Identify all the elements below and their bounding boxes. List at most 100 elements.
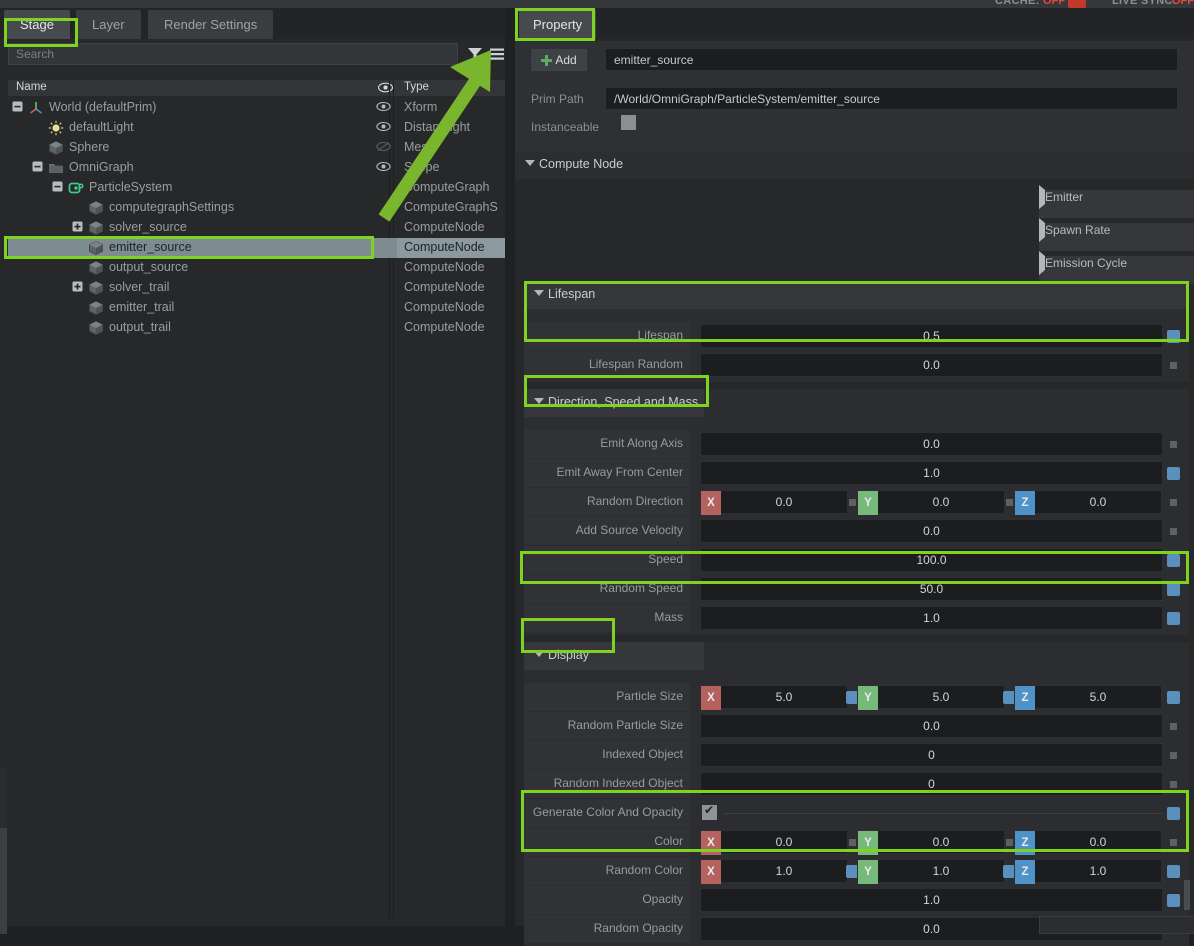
panel-splitter[interactable] [505, 8, 515, 926]
value-text: 1.0 [923, 611, 940, 625]
property-scrollbar-thumb[interactable] [1184, 880, 1190, 910]
connection-indicator-off[interactable] [849, 499, 856, 506]
tab-render-settings[interactable]: Render Settings [148, 10, 274, 39]
connection-indicator-on[interactable] [1167, 554, 1180, 567]
connection-indicator-off[interactable] [1170, 441, 1177, 448]
connection-indicator-off[interactable] [1006, 839, 1013, 846]
section-header-direction-speed-and-mass[interactable]: Direction, Speed and Mass [524, 389, 704, 417]
value-field-opacity[interactable]: 1.0 [700, 888, 1163, 912]
connection-indicator-on[interactable] [1167, 865, 1180, 878]
cache-status-value[interactable]: OFF [1043, 0, 1065, 7]
vector-field-color-y[interactable]: Y 0.0 [857, 830, 1005, 855]
value-field-add-source-velocity[interactable]: 0.0 [700, 519, 1163, 543]
eye-icon[interactable] [376, 101, 391, 115]
connection-indicator-off[interactable] [1170, 723, 1177, 730]
connection-indicator-off[interactable] [1170, 752, 1177, 759]
value-field-emit-along-axis[interactable]: 0.0 [700, 432, 1163, 456]
prim-path-field[interactable]: /World/OmniGraph/ParticleSystem/emitter_… [605, 87, 1178, 110]
vector-field-color-x[interactable]: X 0.0 [700, 830, 848, 855]
connection-indicator-off[interactable] [1170, 362, 1177, 369]
tree-row-solver-trail[interactable]: solver_trail ComputeNode [8, 278, 510, 298]
axis-badge-y: Y [858, 686, 878, 710]
value-field-random-indexed-object[interactable]: 0 [700, 772, 1163, 796]
cache-status-indicator[interactable] [1068, 0, 1086, 8]
prim-name-field[interactable]: emitter_source [605, 48, 1178, 71]
column-header-name[interactable]: Name [16, 81, 47, 93]
stage-scrollbar-thumb[interactable] [0, 768, 7, 828]
vector-field-random-direction-z[interactable]: Z 0.0 [1014, 490, 1162, 515]
connection-indicator-off[interactable] [1170, 528, 1177, 535]
livesync-status-value[interactable]: OFF [1172, 0, 1194, 7]
tree-row-emitter-source[interactable]: emitter_source ComputeNode [8, 238, 510, 258]
tree-row-computegraphsettings[interactable]: computegraphSettings ComputeGraphS [8, 198, 510, 218]
value-field-emit-away-from-center[interactable]: 1.0 [700, 461, 1163, 485]
connection-indicator-on[interactable] [1167, 807, 1180, 820]
tree-row-emitter-trail[interactable]: emitter_trail ComputeNode [8, 298, 510, 318]
column-header-type[interactable]: Type [404, 81, 429, 93]
connection-indicator-off[interactable] [1170, 839, 1177, 846]
section-emitter[interactable]: Emitter [1039, 185, 1194, 218]
search-input[interactable]: Search [8, 43, 458, 65]
connection-indicator-on[interactable] [1167, 691, 1180, 704]
instanceable-checkbox[interactable] [621, 115, 636, 130]
vector-field-particle-size-y[interactable]: Y 5.0 [857, 685, 1005, 710]
value-field-lifespan-random[interactable]: 0.0 [700, 353, 1163, 377]
vector-field-random-color-z[interactable]: Z 1.0 [1014, 859, 1162, 884]
eye-icon[interactable] [376, 121, 391, 135]
value-field-lifespan[interactable]: 0.5 [700, 324, 1163, 348]
eye-icon[interactable] [377, 82, 394, 96]
connection-indicator-off[interactable] [1170, 499, 1177, 506]
connection-indicator-on[interactable] [1167, 330, 1180, 343]
tree-expander-plus[interactable] [72, 281, 83, 292]
section-emission-cycle[interactable]: Emission Cycle [1039, 251, 1194, 284]
connection-indicator-on[interactable] [1167, 894, 1180, 907]
tree-row-output-source[interactable]: output_source ComputeNode [8, 258, 510, 278]
vector-field-random-color-y[interactable]: Y 1.0 [857, 859, 1005, 884]
vector-field-color-z[interactable]: Z 0.0 [1014, 830, 1162, 855]
connection-indicator-on[interactable] [1167, 583, 1180, 596]
connection-indicator-on[interactable] [1167, 612, 1180, 625]
top-status-strip: CACHE: OFF LIVE SYNC: OFF [0, 0, 1194, 8]
value-field-random-particle-size[interactable]: 0.0 [700, 714, 1163, 738]
tab-property[interactable]: Property [519, 10, 597, 39]
prim-path-label: Prim Path [531, 92, 584, 106]
tree-row-output-trail[interactable]: output_trail ComputeNode [8, 318, 510, 338]
tree-row-sphere[interactable]: Sphere Mesh [8, 138, 510, 158]
value-field-random-speed[interactable]: 50.0 [700, 577, 1163, 601]
vector-field-random-color-x[interactable]: X 1.0 [700, 859, 848, 884]
connection-indicator-off[interactable] [1170, 781, 1177, 788]
vector-field-particle-size-z[interactable]: Z 5.0 [1014, 685, 1162, 710]
section-header-lifespan[interactable]: Lifespan [524, 281, 1189, 309]
hamburger-menu-icon[interactable] [488, 45, 506, 63]
value-field-speed[interactable]: 100.0 [700, 548, 1163, 572]
checkbox-generate-color-and-opacity[interactable] [702, 803, 717, 820]
section-spawn-rate[interactable]: Spawn Rate [1039, 218, 1194, 251]
tree-expander-minus[interactable] [12, 101, 23, 112]
vector-field-random-direction-y[interactable]: Y 0.0 [857, 490, 1005, 515]
tab-stage[interactable]: Stage [4, 10, 70, 39]
stage-scrollbar[interactable] [0, 768, 7, 934]
tree-row-omnigraph[interactable]: OmniGraph Scope [8, 158, 510, 178]
value-field-indexed-object[interactable]: 0 [700, 743, 1163, 767]
add-button[interactable]: Add [531, 49, 587, 71]
tree-row-solver-source[interactable]: solver_source ComputeNode [8, 218, 510, 238]
tree-row-defaultlight[interactable]: defaultLight DistantLight [8, 118, 510, 138]
tree-row-particlesystem[interactable]: ParticleSystem ComputeGraph [8, 178, 510, 198]
tree-expander-minus[interactable] [32, 161, 43, 172]
connection-indicator-off[interactable] [849, 839, 856, 846]
filter-icon[interactable] [466, 45, 484, 63]
vector-field-random-direction-x[interactable]: X 0.0 [700, 490, 848, 515]
vector-field-particle-size-x[interactable]: X 5.0 [700, 685, 848, 710]
section-header-display[interactable]: Display [524, 642, 704, 670]
section-emission-cycle-label: Emission Cycle [1045, 256, 1128, 270]
tree-expander-plus[interactable] [72, 221, 83, 232]
section-compute-node[interactable]: Compute Node [515, 151, 1194, 179]
tree-expander-minus[interactable] [52, 181, 63, 192]
value-field-mass[interactable]: 1.0 [700, 606, 1163, 630]
connection-indicator-on[interactable] [1167, 467, 1180, 480]
connection-indicator-off[interactable] [1006, 499, 1013, 506]
tab-layer[interactable]: Layer [76, 10, 141, 39]
eye-icon[interactable] [376, 161, 391, 175]
tree-row-world-defaultprim-[interactable]: World (defaultPrim) Xform [8, 98, 510, 118]
eye-icon[interactable] [376, 141, 391, 155]
